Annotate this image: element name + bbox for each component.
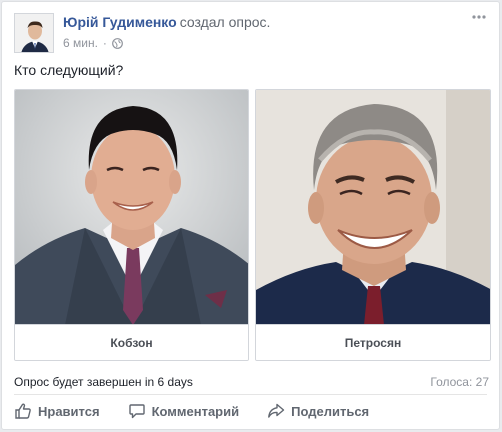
- comment-button-label: Комментарий: [151, 403, 240, 419]
- poll-option-1-label: Кобзон: [15, 324, 248, 360]
- comment-icon: [128, 404, 145, 419]
- more-options-icon[interactable]: [469, 10, 489, 24]
- author-avatar[interactable]: [14, 13, 54, 53]
- poll-votes-count[interactable]: Голоса: 27: [430, 375, 489, 389]
- share-icon: [268, 403, 285, 418]
- globe-icon[interactable]: [112, 37, 123, 49]
- thumbs-up-icon: [15, 403, 31, 419]
- post-header: Юрій Гудименко создал опрос.: [63, 14, 270, 30]
- share-button-label: Поделиться: [291, 403, 370, 419]
- post-actions-bar: Нравится Комментарий Поделиться: [14, 399, 397, 423]
- like-button[interactable]: Нравится: [14, 402, 100, 420]
- poll-option-1[interactable]: Кобзон: [14, 89, 249, 361]
- actions-divider: [14, 394, 487, 395]
- feed-post-card: Юрій Гудименко создал опрос. 6 мин. · Кто…: [1, 1, 500, 430]
- post-action-text: создал опрос.: [179, 14, 271, 30]
- poll-option-2-image: [256, 90, 490, 325]
- like-button-label: Нравится: [38, 403, 100, 419]
- post-meta: 6 мин. ·: [63, 36, 123, 50]
- share-button[interactable]: Поделиться: [267, 402, 369, 420]
- poll-status-text: Опрос будет завершен in 6 days: [14, 375, 193, 389]
- meta-separator: ·: [102, 36, 107, 50]
- poll-option-2-label: Петросян: [256, 324, 490, 360]
- comment-button[interactable]: Комментарий: [128, 402, 240, 420]
- post-text: Кто следующий?: [14, 62, 124, 78]
- post-timestamp[interactable]: 6 мин.: [63, 36, 98, 50]
- author-name-link[interactable]: Юрій Гудименко: [63, 14, 177, 30]
- poll-option-2[interactable]: Петросян: [255, 89, 491, 361]
- poll-option-1-image: [15, 90, 248, 325]
